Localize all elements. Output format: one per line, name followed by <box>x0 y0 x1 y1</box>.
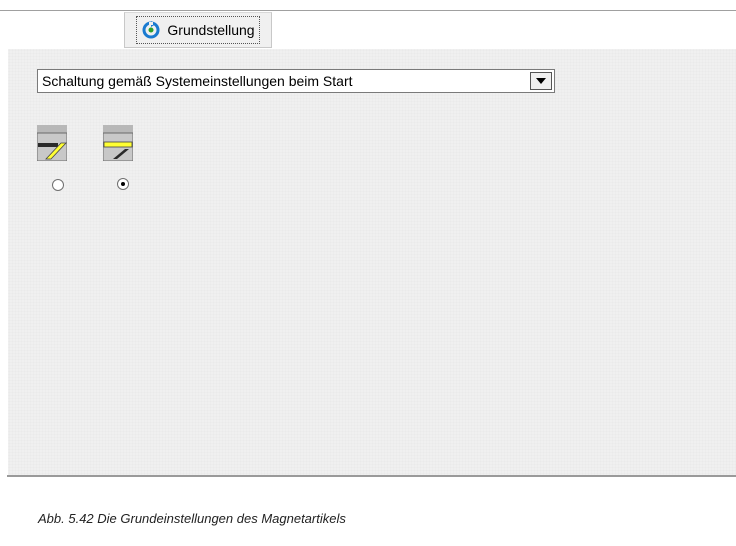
turnout-option-1-radio[interactable] <box>52 179 64 191</box>
tab-focus-frame: Grundstellung <box>136 16 260 44</box>
tab-label: Grundstellung <box>167 22 255 38</box>
dropdown-arrow-button[interactable] <box>530 72 552 90</box>
turnout-option-2-radio[interactable] <box>117 178 129 190</box>
figure-caption: Abb. 5.42 Die Grundeinstellungen des Mag… <box>38 511 346 526</box>
tab-grundstellung[interactable]: Grundstellung <box>124 12 272 48</box>
turnout-position-2-icon <box>103 125 133 161</box>
chevron-down-icon <box>536 78 546 84</box>
window-top-border <box>0 10 736 11</box>
panel-bottom-border <box>7 475 736 477</box>
settings-panel <box>7 48 736 475</box>
turnout-option-1[interactable] <box>37 125 67 161</box>
dropdown-value: Schaltung gemäß Systemeinstellungen beim… <box>42 73 353 89</box>
reset-icon <box>141 20 161 40</box>
turnout-option-2[interactable] <box>103 125 133 161</box>
startup-mode-dropdown[interactable]: Schaltung gemäß Systemeinstellungen beim… <box>37 69 555 93</box>
turnout-position-1-icon <box>37 125 67 161</box>
